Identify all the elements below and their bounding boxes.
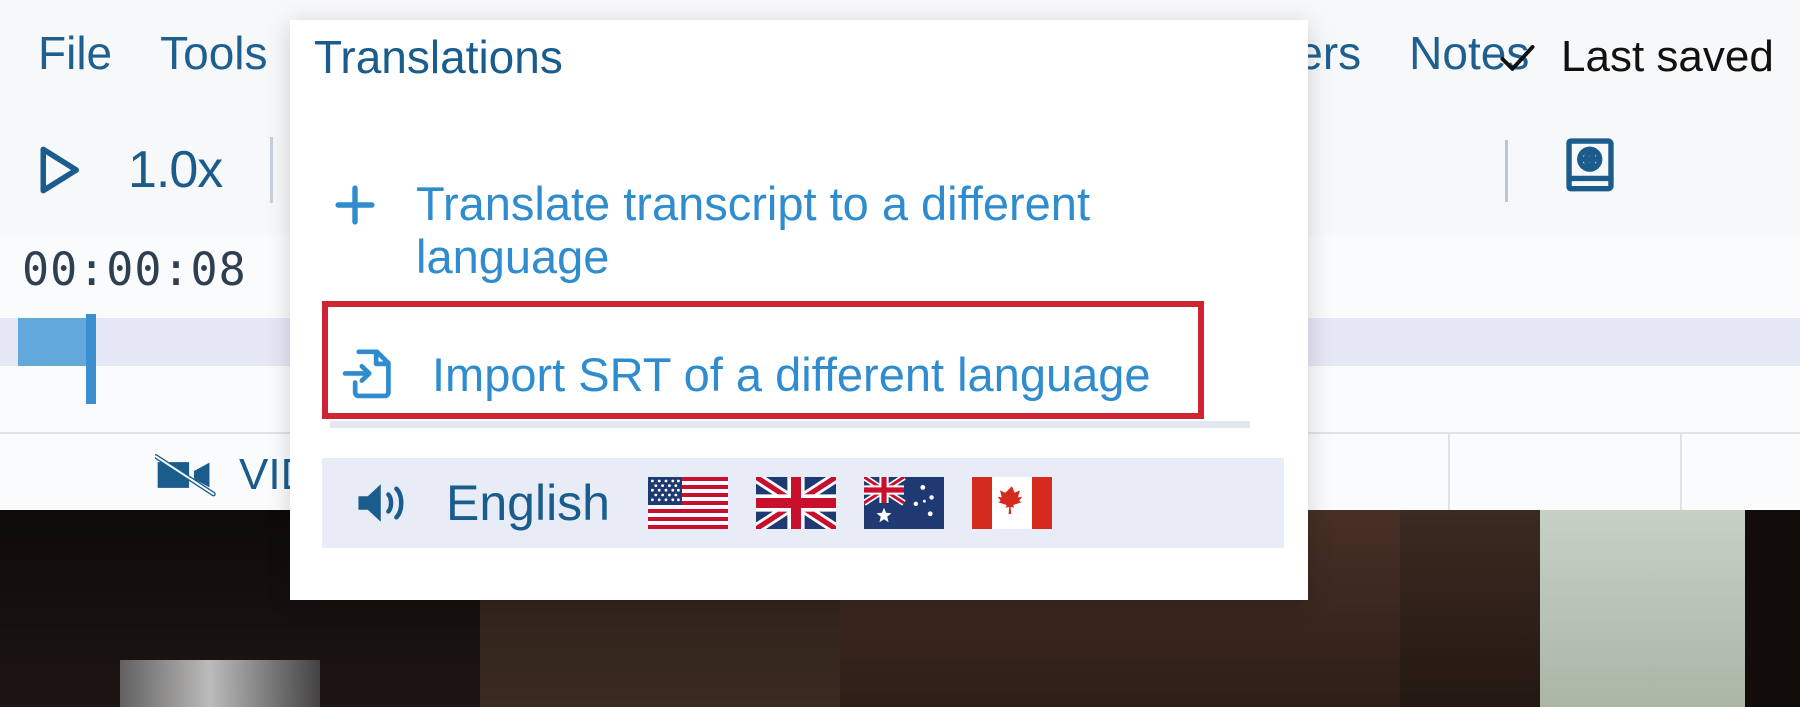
- save-status: Last saved: [1495, 32, 1774, 82]
- flag-au-icon: [864, 477, 944, 529]
- toolbar-divider-right: [1505, 140, 1508, 202]
- flag-gb-icon: [756, 477, 836, 529]
- translate-transcript-label: Translate transcript to a different lang…: [416, 177, 1090, 283]
- menu-tools[interactable]: Tools: [136, 30, 291, 76]
- current-timestamp: 00:00:08: [22, 243, 247, 296]
- save-status-label: Last saved: [1561, 32, 1774, 81]
- translations-dropdown: Translations Translate transcript to a d…: [290, 20, 1308, 600]
- track-grid-line: [1448, 434, 1450, 510]
- speaker-icon: [350, 478, 416, 528]
- flag-us-icon: [648, 477, 728, 529]
- timeline-progress: [18, 318, 90, 366]
- language-flags: [648, 477, 1052, 529]
- language-row-english[interactable]: English: [322, 458, 1284, 548]
- transcript-editor-window: File Tools Translations Subtitles Speake…: [0, 0, 1800, 707]
- translate-transcript-item[interactable]: Translate transcript to a different lang…: [322, 177, 1152, 283]
- check-icon: [1495, 35, 1539, 79]
- timeline-playhead[interactable]: [86, 314, 96, 404]
- video-frame-region: [1745, 510, 1800, 707]
- translations-dropdown-body: Translate transcript to a different lang…: [290, 96, 1308, 600]
- playback-speed[interactable]: 1.0x: [128, 140, 223, 200]
- video-frame-region: [120, 660, 320, 707]
- import-srt-label: Import SRT of a different language: [432, 347, 1151, 401]
- track-grid-line: [1680, 434, 1682, 510]
- book-globe-icon[interactable]: [1558, 132, 1626, 200]
- translations-tab-cap[interactable]: Translations: [290, 20, 595, 96]
- import-srt-item[interactable]: Import SRT of a different language: [338, 346, 1151, 404]
- language-name: English: [446, 475, 610, 531]
- menu-file[interactable]: File: [14, 30, 136, 76]
- toolbar-divider: [270, 137, 274, 203]
- scroll-shadow: [330, 421, 1250, 428]
- play-icon[interactable]: [24, 137, 90, 203]
- import-document-icon: [338, 346, 404, 404]
- video-off-icon[interactable]: [155, 451, 217, 499]
- video-frame-region: [1540, 510, 1750, 707]
- flag-ca-icon: [972, 477, 1052, 529]
- translations-tab-label[interactable]: Translations: [314, 34, 595, 80]
- plus-icon: [322, 178, 388, 232]
